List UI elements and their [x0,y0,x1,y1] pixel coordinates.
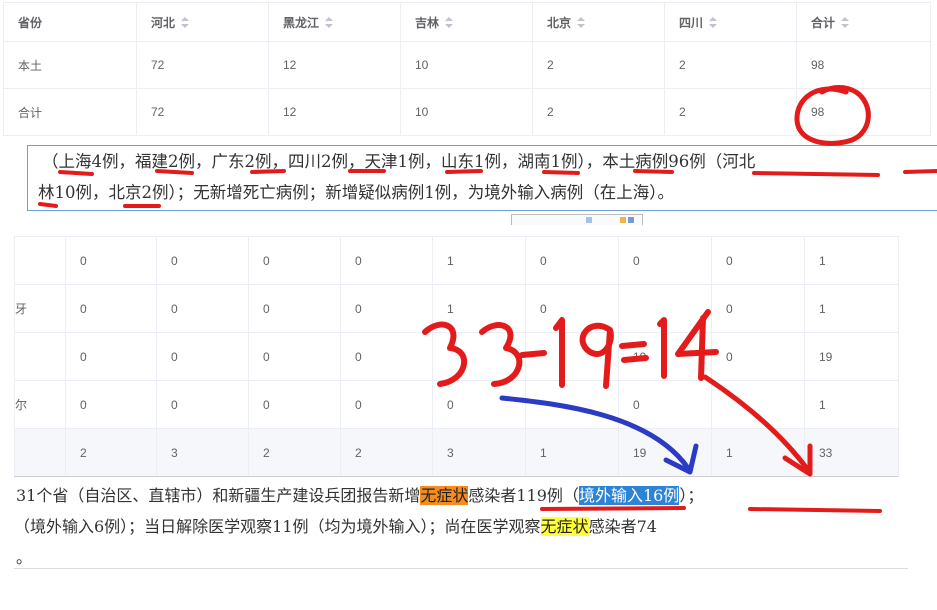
column-header-total[interactable]: 合计 [796,2,931,42]
shanghai-count: 上海4例 [58,152,119,171]
sort-caret-icon[interactable] [445,17,454,29]
column-header-heilongjiang[interactable]: 黑龙江 [268,2,401,42]
sort-caret-icon[interactable] [841,17,850,29]
table-cell: 2 [664,88,797,136]
table-row: 合计 72 12 10 2 2 98 [3,88,931,136]
paragraph-line: 31个省（自治区、直辖市）和新疆生产建设兵团报告新增无症状感染者119例（境外输… [16,486,704,505]
sichuan-count: 四川2例 [288,152,348,171]
local-cases-total: 本土病例96例 [602,152,706,171]
paragraph-line: （上海4例，福建2例，广东2例，四川2例，天津1例，山东1例，湖南1例），本土病… [42,152,756,171]
table-frame [14,236,898,477]
table-cell: 98 [796,88,931,136]
table-row: 本土 72 12 10 2 2 98 [3,41,931,89]
toolbar-icon [586,217,592,223]
table-cell: 2 [664,41,797,89]
table-cell: 10 [400,88,533,136]
sort-caret-icon[interactable] [577,17,586,29]
column-header-beijing[interactable]: 北京 [532,2,665,42]
column-header-sichuan[interactable]: 四川 [664,2,797,42]
table-cell: 98 [796,41,931,89]
table-cell: 10 [400,41,533,89]
sort-caret-icon[interactable] [181,17,190,29]
tianjin-count: 天津1例 [364,152,425,171]
table-header-row: 省份 河北 黑龙江 吉林 北京 四川 合计 [3,2,931,42]
table-cell: 72 [136,41,269,89]
column-header-province[interactable]: 省份 [3,2,137,42]
column-header-hebei[interactable]: 河北 [136,2,269,42]
asymptomatic-paragraph: 31个省（自治区、直辖市）和新疆生产建设兵团报告新增无症状感染者119例（境外输… [14,480,908,569]
table-cell: 2 [532,88,665,136]
column-header-jilin[interactable]: 吉林 [400,2,533,42]
toolbar-fragment [511,214,643,225]
table-cell: 合计 [3,88,137,136]
table-cell: 2 [532,41,665,89]
sort-caret-icon[interactable] [325,17,334,29]
asymptomatic-highlight: 无症状 [420,486,469,505]
table-cell: 12 [268,41,401,89]
imported-highlight: 境外输入16例 [578,486,680,505]
province-summary-table: 省份 河北 黑龙江 吉林 北京 四川 合计 本土 72 12 10 2 2 98… [3,2,931,136]
jilin-count: 林10例 [38,183,92,202]
table-cell: 本土 [3,41,137,89]
asymptomatic-highlight: 无症状 [540,517,589,536]
hunan-count: 湖南1例 [517,152,578,171]
table-cell: 72 [136,88,269,136]
guangdong-count: 广东2例 [211,152,272,171]
sort-caret-icon[interactable] [709,17,718,29]
fujian-count: 福建2例 [135,152,195,171]
paragraph-line: 。 [16,548,33,567]
local-cases-paragraph: （上海4例，福建2例，广东2例，四川2例，天津1例，山东1例，湖南1例），本土病… [27,145,937,211]
hebei-count: 河北 [722,152,756,171]
shandong-count: 山东1例 [441,152,501,171]
paragraph-line: （境外输入6例）；当日解除医学观察11例（均为境外输入）；尚在医学观察无症状感染… [14,517,657,536]
beijing-count: 北京2例 [108,183,169,202]
paragraph-line: 林10例，北京2例）；无新增死亡病例；新增疑似病例1例，为境外输入病例（在上海）… [38,183,674,202]
toolbar-icon [628,217,634,223]
toolbar-icon [620,217,626,223]
table-cell: 12 [268,88,401,136]
